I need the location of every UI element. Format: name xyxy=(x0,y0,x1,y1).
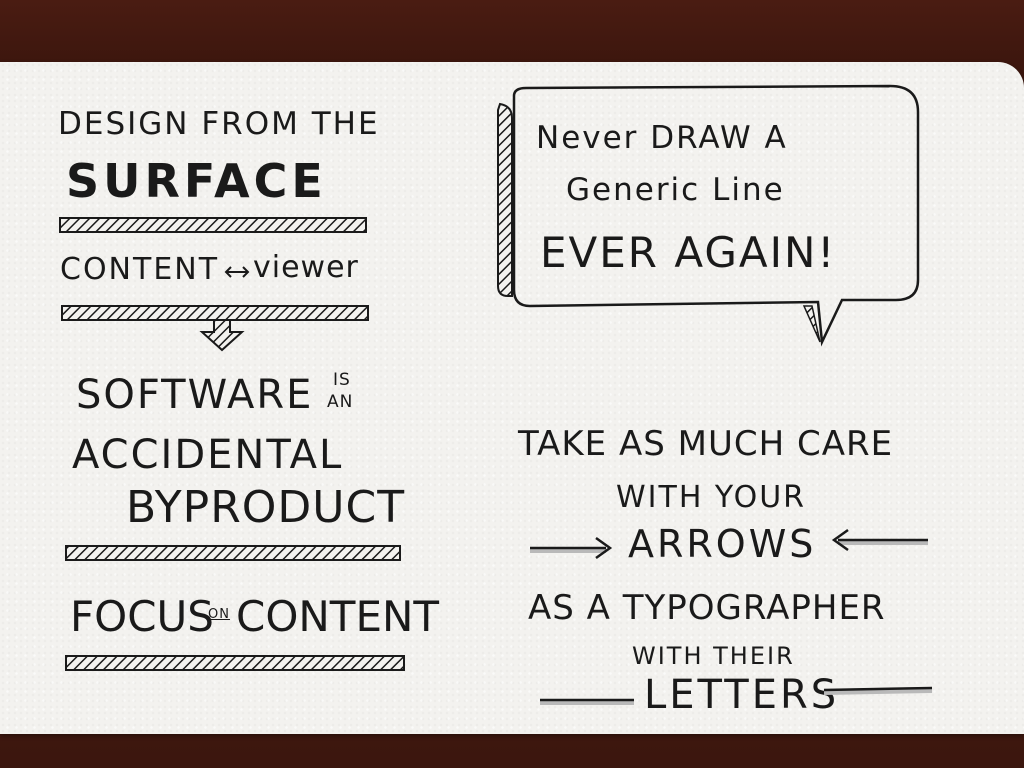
hatched-divider-3 xyxy=(65,545,401,561)
right-pointing-arrow-icon xyxy=(530,536,613,560)
hatched-divider-1 xyxy=(59,217,367,233)
double-arrow-icon xyxy=(224,266,250,278)
hatched-divider-4 xyxy=(65,655,405,671)
down-arrow-icon xyxy=(199,319,245,352)
left-underline-stroke xyxy=(540,698,634,705)
sketch-strokes xyxy=(59,84,933,705)
left-pointing-arrow-icon xyxy=(831,528,928,552)
speech-bubble xyxy=(497,84,920,347)
hatched-divider-2 xyxy=(61,305,369,321)
right-underline-stroke xyxy=(823,686,933,695)
